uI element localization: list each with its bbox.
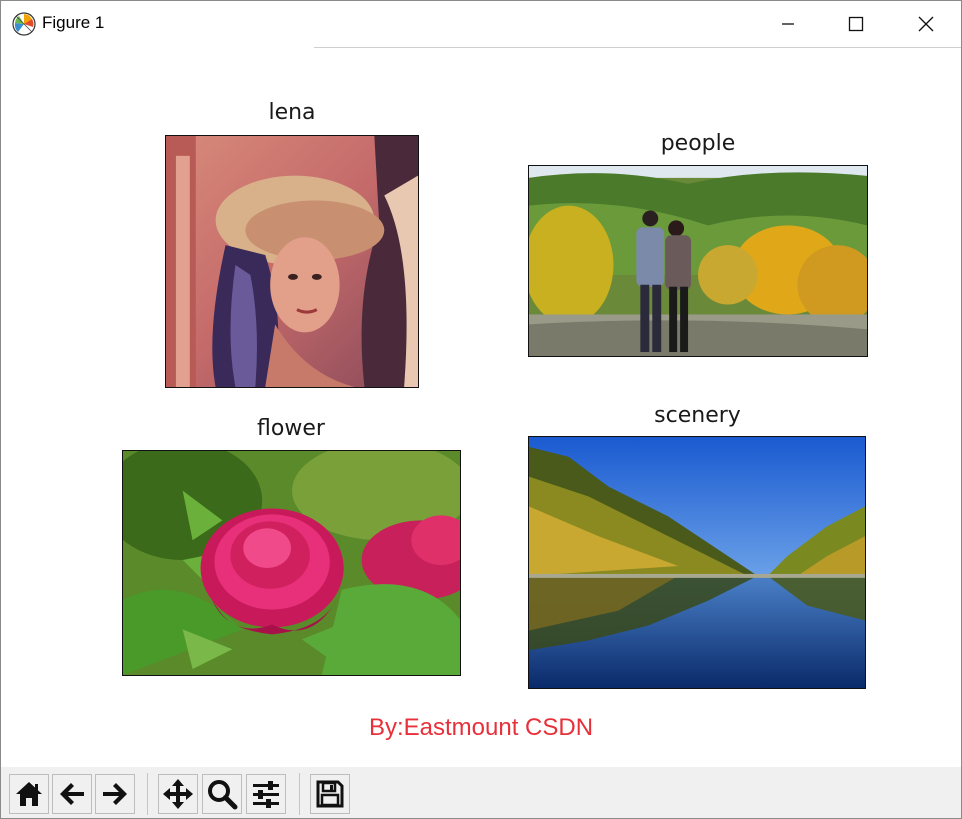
scenery-image — [528, 436, 866, 689]
figure-window: Figure 1 lena people flower scenery By:E… — [0, 0, 962, 819]
subplot-title-lena: lena — [268, 100, 316, 125]
flower-image — [122, 450, 461, 676]
subplot-title-flower: flower — [257, 416, 325, 441]
title-bar: Figure 1 — [1, 1, 961, 48]
lena-image — [165, 135, 419, 388]
credit-text: By:Eastmount CSDN — [368, 714, 594, 741]
matplotlib-app-icon — [12, 12, 36, 36]
back-button[interactable] — [52, 774, 92, 814]
people-image — [528, 165, 868, 357]
zoom-magnifier-icon — [208, 780, 238, 810]
configure-subplots-button[interactable] — [246, 774, 286, 814]
home-button[interactable] — [9, 774, 49, 814]
figure-canvas[interactable]: lena people flower scenery By:Eastmount … — [1, 48, 961, 767]
window-title: Figure 1 — [42, 13, 105, 32]
close-icon — [918, 16, 934, 32]
subplot-title-scenery: scenery — [654, 403, 741, 428]
minimize-button[interactable] — [765, 1, 811, 47]
save-disk-icon — [316, 780, 344, 808]
pan-button[interactable] — [158, 774, 198, 814]
home-icon — [16, 782, 42, 806]
toolbar-separator-2 — [299, 773, 300, 815]
minimize-icon — [782, 23, 794, 25]
pan-move-icon — [163, 779, 193, 809]
forward-arrow-icon — [103, 783, 127, 805]
close-button[interactable] — [903, 1, 949, 47]
maximize-button[interactable] — [833, 1, 879, 47]
toolbar-separator — [147, 773, 148, 815]
navigation-toolbar — [1, 767, 961, 818]
forward-button[interactable] — [95, 774, 135, 814]
save-button[interactable] — [310, 774, 350, 814]
maximize-icon — [848, 16, 864, 32]
back-arrow-icon — [60, 783, 84, 805]
sliders-icon — [253, 781, 279, 808]
zoom-button[interactable] — [202, 774, 242, 814]
subplot-title-people: people — [660, 131, 736, 156]
